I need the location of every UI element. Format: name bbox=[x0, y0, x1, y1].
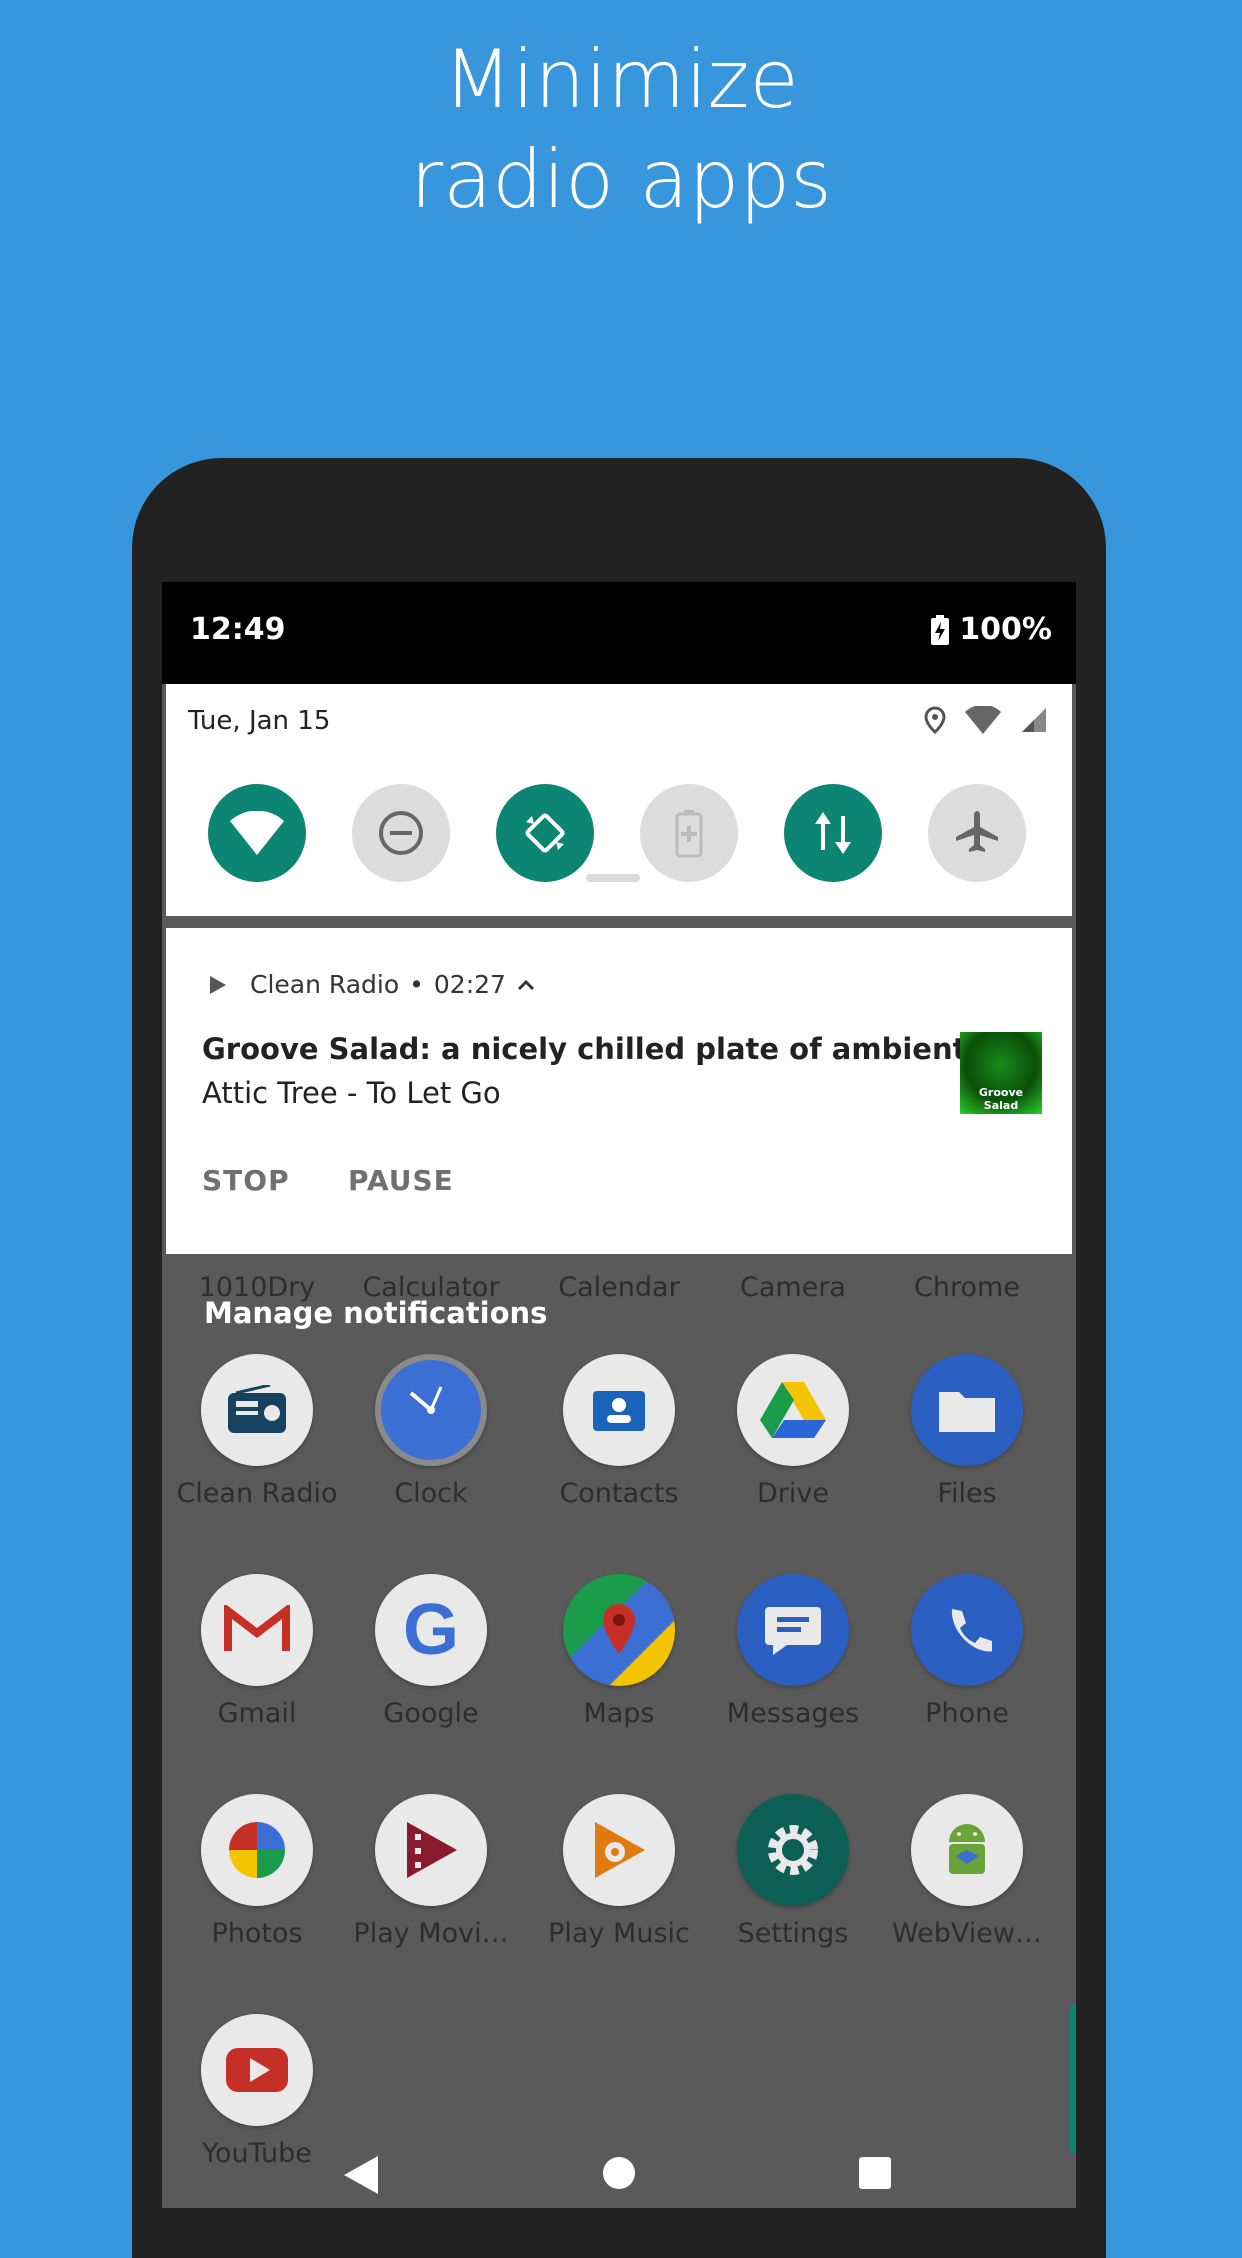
status-battery: 100% bbox=[931, 612, 1052, 647]
pause-button[interactable]: PAUSE bbox=[348, 1164, 454, 1197]
app-label: Clean Radio bbox=[176, 1478, 338, 1509]
contacts-icon bbox=[563, 1354, 675, 1466]
app-label: Contacts bbox=[559, 1478, 679, 1509]
app-google[interactable]: G Google bbox=[344, 1574, 518, 1729]
notification-header[interactable]: Clean Radio • 02:27 bbox=[208, 970, 536, 999]
notification-app-name: Clean Radio bbox=[250, 970, 400, 999]
header-separator: • bbox=[409, 970, 424, 999]
wifi-signal-icon bbox=[965, 706, 1001, 734]
app-gmail[interactable]: Gmail bbox=[170, 1574, 344, 1729]
wifi-icon bbox=[230, 811, 284, 855]
youtube-icon bbox=[201, 2014, 313, 2126]
stop-button[interactable]: STOP bbox=[202, 1164, 290, 1197]
chevron-up-icon[interactable] bbox=[516, 978, 536, 992]
qs-tile-dnd[interactable] bbox=[352, 784, 450, 882]
mobile-data-icon bbox=[815, 812, 851, 854]
play-icon bbox=[210, 975, 226, 994]
phone-screen: 1010Dry Calculator Calendar Camera Chrom… bbox=[162, 582, 1076, 2208]
nav-bar bbox=[162, 2142, 1076, 2208]
qs-tile-wifi[interactable] bbox=[208, 784, 306, 882]
airplane-icon bbox=[956, 811, 998, 852]
drawer-label[interactable]: Calendar bbox=[532, 1272, 706, 1303]
play-movies-icon bbox=[375, 1794, 487, 1906]
drawer-label[interactable]: Chrome bbox=[880, 1272, 1054, 1303]
settings-icon bbox=[737, 1794, 849, 1906]
app-photos[interactable]: Photos bbox=[170, 1794, 344, 1949]
app-phone[interactable]: Phone bbox=[880, 1574, 1054, 1729]
album-art: Groove Salad bbox=[960, 1032, 1042, 1114]
album-art-label: Groove Salad bbox=[978, 1086, 1024, 1112]
app-label: Play Movi… bbox=[353, 1918, 509, 1949]
app-play-movies[interactable]: Play Movi… bbox=[344, 1794, 518, 1949]
app-label: Gmail bbox=[217, 1698, 297, 1729]
drawer-label[interactable]: Camera bbox=[706, 1272, 880, 1303]
back-icon[interactable] bbox=[342, 2154, 380, 2196]
app-play-music[interactable]: Play Music bbox=[532, 1794, 706, 1949]
home-icon[interactable] bbox=[602, 2156, 636, 2190]
media-notification[interactable]: Clean Radio • 02:27 Groove Salad: a nice… bbox=[166, 928, 1072, 1254]
status-time: 12:49 bbox=[190, 612, 286, 647]
app-label: Files bbox=[937, 1478, 997, 1509]
headline-line-2: radio apps bbox=[410, 133, 832, 226]
recents-icon[interactable] bbox=[858, 2156, 892, 2190]
phone-icon bbox=[911, 1574, 1023, 1686]
qs-tile-mobile-data[interactable] bbox=[784, 784, 882, 882]
cell-signal-icon bbox=[1022, 708, 1046, 732]
play-music-icon bbox=[563, 1794, 675, 1906]
app-label: Photos bbox=[211, 1918, 303, 1949]
notification-subtitle: Attic Tree - To Let Go bbox=[202, 1076, 501, 1110]
app-messages[interactable]: Messages bbox=[706, 1574, 880, 1729]
app-webview[interactable]: WebView… bbox=[880, 1794, 1054, 1949]
auto-rotate-icon bbox=[525, 813, 565, 853]
app-label: Play Music bbox=[548, 1918, 690, 1949]
battery-charging-icon bbox=[931, 614, 950, 645]
qs-status-icons bbox=[924, 706, 1048, 734]
app-maps[interactable]: Maps bbox=[532, 1574, 706, 1729]
app-label: Clock bbox=[394, 1478, 468, 1509]
photos-icon bbox=[201, 1794, 313, 1906]
headline: Minimize radio apps bbox=[0, 30, 1242, 230]
app-label: Phone bbox=[925, 1698, 1009, 1729]
app-files[interactable]: Files bbox=[880, 1354, 1054, 1509]
gmail-icon bbox=[201, 1574, 313, 1686]
drive-icon bbox=[737, 1354, 849, 1466]
qs-expand-handle[interactable] bbox=[586, 874, 640, 882]
app-clean-radio[interactable]: Clean Radio bbox=[170, 1354, 344, 1509]
side-handle[interactable] bbox=[1070, 2004, 1076, 2154]
battery-percent: 100% bbox=[959, 612, 1052, 647]
app-label: Maps bbox=[583, 1698, 655, 1729]
status-bar: 12:49 100% bbox=[162, 582, 1076, 684]
folder-icon bbox=[911, 1354, 1023, 1466]
manage-notifications-button[interactable]: Manage notifications bbox=[204, 1296, 547, 1330]
webview-icon bbox=[911, 1794, 1023, 1906]
quick-settings-panel: Tue, Jan 15 bbox=[166, 684, 1072, 916]
location-icon bbox=[924, 706, 946, 734]
app-label: Settings bbox=[737, 1918, 849, 1949]
app-label: WebView… bbox=[892, 1918, 1042, 1949]
app-contacts[interactable]: Contacts bbox=[532, 1354, 706, 1509]
headline-line-1: Minimize bbox=[443, 33, 799, 126]
app-settings[interactable]: Settings bbox=[706, 1794, 880, 1949]
app-clock[interactable]: Clock bbox=[344, 1354, 518, 1509]
battery-saver-icon bbox=[675, 810, 703, 858]
clock-icon bbox=[375, 1354, 487, 1466]
qs-tile-battery-saver[interactable] bbox=[640, 784, 738, 882]
app-label: Google bbox=[383, 1698, 479, 1729]
qs-date[interactable]: Tue, Jan 15 bbox=[188, 706, 330, 736]
maps-icon bbox=[563, 1574, 675, 1686]
messages-icon bbox=[737, 1574, 849, 1686]
app-label: Drive bbox=[757, 1478, 829, 1509]
qs-tile-rotate[interactable] bbox=[496, 784, 594, 882]
google-icon: G bbox=[375, 1574, 487, 1686]
do-not-disturb-icon bbox=[379, 811, 423, 855]
notification-time: 02:27 bbox=[433, 970, 506, 999]
app-label: Messages bbox=[726, 1698, 860, 1729]
qs-tile-airplane[interactable] bbox=[928, 784, 1026, 882]
radio-icon bbox=[201, 1354, 313, 1466]
notification-title: Groove Salad: a nicely chilled plate of … bbox=[202, 1032, 1040, 1066]
app-drive[interactable]: Drive bbox=[706, 1354, 880, 1509]
